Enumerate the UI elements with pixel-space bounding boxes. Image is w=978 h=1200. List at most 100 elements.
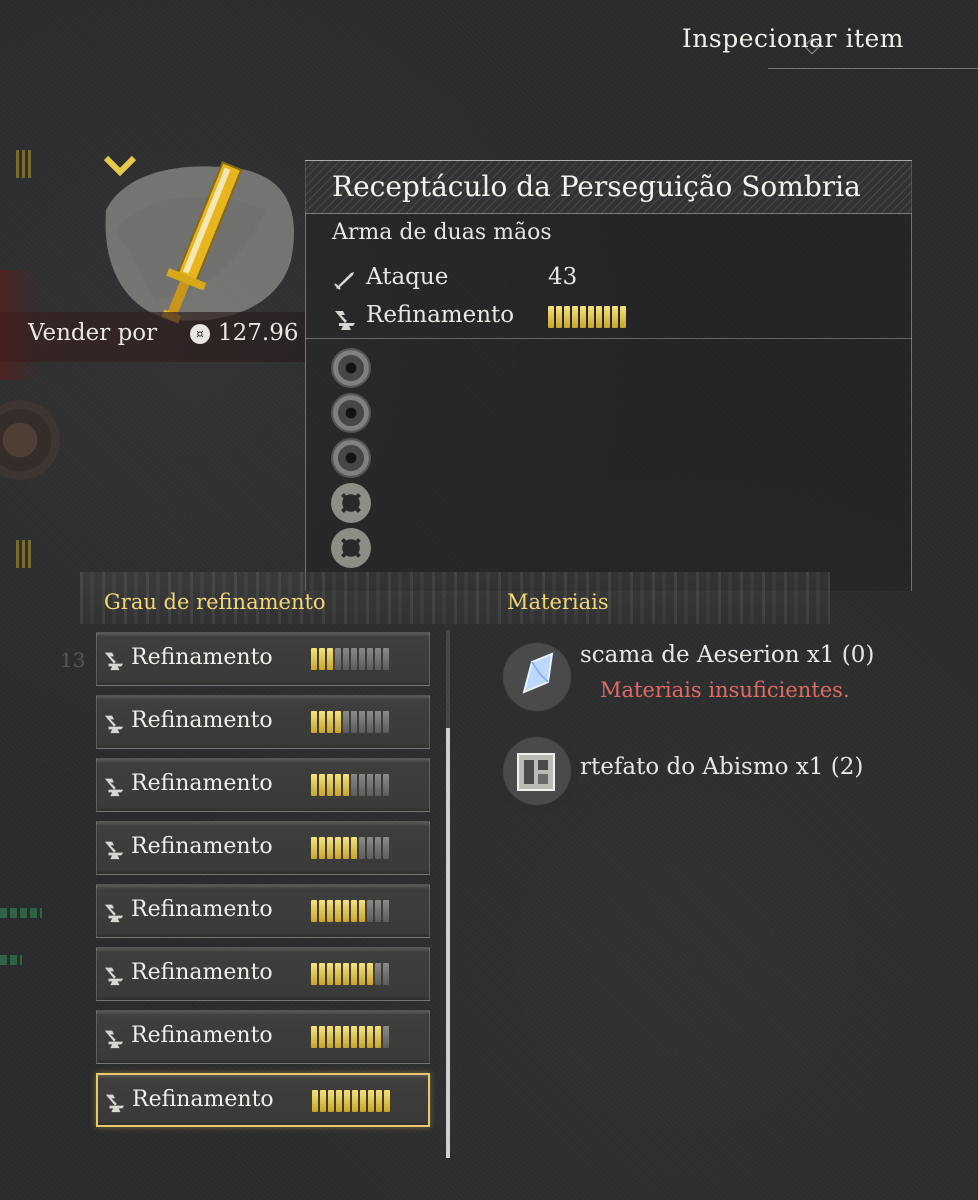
bar-segment-empty xyxy=(383,837,389,859)
refinement-row-label: Refinamento xyxy=(131,1023,273,1048)
bar-segment-empty xyxy=(383,648,389,670)
bar-segment-filled xyxy=(596,306,602,328)
bar-segment-empty xyxy=(367,648,373,670)
anvil-hammer-icon xyxy=(104,1091,126,1113)
bar-segment-empty xyxy=(343,711,349,733)
bar-segment-filled xyxy=(320,1090,326,1112)
chevron-down-icon xyxy=(103,155,137,177)
bar-segment-filled xyxy=(360,1090,366,1112)
bar-segment-empty xyxy=(359,711,365,733)
refinement-grade-row[interactable]: Refinamento xyxy=(96,821,430,875)
bar-segment-filled xyxy=(335,900,341,922)
bar-segment-filled xyxy=(327,774,333,796)
bar-segment-filled xyxy=(327,1026,333,1048)
bar-segment-empty xyxy=(359,774,365,796)
bar-segment-filled xyxy=(327,837,333,859)
bar-segment-filled xyxy=(367,963,373,985)
anvil-hammer-icon xyxy=(335,311,355,330)
bar-segment-filled xyxy=(556,306,562,328)
bar-segment-empty xyxy=(383,1026,389,1048)
hud-indicator-icon xyxy=(0,955,22,965)
sword-icon xyxy=(334,272,354,290)
bar-segment-empty xyxy=(359,648,365,670)
refinement-grade-row[interactable]: Refinamento xyxy=(96,695,430,749)
bar-segment-filled xyxy=(343,774,349,796)
empty-slot-icon[interactable] xyxy=(331,393,371,433)
bar-segment-empty xyxy=(351,711,357,733)
refinement-grade-row[interactable]: Refinamento xyxy=(96,884,430,938)
bar-segment-filled xyxy=(311,774,317,796)
hud-bars-icon xyxy=(16,540,34,568)
bar-segment-filled xyxy=(351,837,357,859)
bar-segment-filled xyxy=(343,837,349,859)
refinement-level-bars xyxy=(548,306,626,328)
refinement-grade-row[interactable]: Refinamento xyxy=(96,758,430,812)
hud-bars-icon xyxy=(16,150,34,178)
bar-segment-filled xyxy=(375,1026,381,1048)
bar-segment-filled xyxy=(343,1026,349,1048)
bar-segment-filled xyxy=(319,774,325,796)
refinement-row-label: Refinamento xyxy=(131,834,273,859)
refinement-grade-row[interactable]: Refinamento xyxy=(96,1010,430,1064)
bar-segment-empty xyxy=(375,648,381,670)
bar-segment-empty xyxy=(375,774,381,796)
material-slot-1[interactable] xyxy=(494,634,580,720)
bar-segment-empty xyxy=(375,963,381,985)
bar-segment-filled xyxy=(612,306,618,328)
cross-slot-icon[interactable] xyxy=(331,528,371,568)
bar-segment-filled xyxy=(344,1090,350,1112)
bar-segment-filled xyxy=(352,1090,358,1112)
bar-segment-filled xyxy=(312,1090,318,1112)
bar-segment-filled xyxy=(311,963,317,985)
bar-segment-filled xyxy=(327,648,333,670)
anvil-hammer-icon xyxy=(103,649,125,671)
bar-segment-filled xyxy=(620,306,626,328)
refinement-grade-row[interactable]: Refinamento xyxy=(96,632,430,686)
bar-segment-empty xyxy=(335,648,341,670)
bar-segment-filled xyxy=(351,963,357,985)
anvil-hammer-icon xyxy=(103,775,125,797)
hud-indicator-icon xyxy=(0,908,42,918)
attack-label: Ataque xyxy=(366,264,449,290)
refinement-row-label: Refinamento xyxy=(131,708,273,733)
bar-segment-filled xyxy=(368,1090,374,1112)
refinement-grade-row[interactable]: Refinamento xyxy=(96,947,430,1001)
bar-segment-filled xyxy=(327,711,333,733)
list-scrollbar-thumb[interactable] xyxy=(446,728,450,1158)
bar-segment-filled xyxy=(564,306,570,328)
refinement-row-label: Refinamento xyxy=(131,645,273,670)
bar-segment-filled xyxy=(604,306,610,328)
refinement-grade-row[interactable]: Refinamento xyxy=(96,1073,430,1127)
bar-segment-filled xyxy=(335,837,341,859)
materials-header: Materiais xyxy=(507,590,609,614)
insufficient-materials-warning: Materiais insuficientes. xyxy=(600,678,850,702)
refinement-row-label: Refinamento xyxy=(132,1087,274,1112)
hud-medallion-icon xyxy=(0,400,60,480)
bar-segment-filled xyxy=(359,963,365,985)
bar-segment-empty xyxy=(375,837,381,859)
bar-segment-empty xyxy=(383,900,389,922)
header-divider xyxy=(768,68,978,69)
bar-segment-filled xyxy=(351,900,357,922)
bar-segment-empty xyxy=(343,648,349,670)
bar-segment-filled xyxy=(319,900,325,922)
bar-segment-empty xyxy=(375,711,381,733)
empty-slot-icon[interactable] xyxy=(331,348,371,388)
bar-segment-filled xyxy=(384,1090,390,1112)
item-type: Arma de duas mãos xyxy=(332,220,552,245)
bar-segment-empty xyxy=(383,711,389,733)
refinement-row-bars xyxy=(311,774,389,796)
bar-segment-filled xyxy=(311,1026,317,1048)
sell-price-value: 127.96 xyxy=(218,320,299,346)
bar-segment-filled xyxy=(376,1090,382,1112)
cross-slot-icon[interactable] xyxy=(331,483,371,523)
bar-segment-filled xyxy=(319,963,325,985)
refinement-row-bars xyxy=(311,837,389,859)
material-slot-2[interactable] xyxy=(494,728,580,814)
refinement-row-label: Refinamento xyxy=(131,771,273,796)
bar-segment-empty xyxy=(383,963,389,985)
empty-slot-icon[interactable] xyxy=(331,438,371,478)
bar-segment-filled xyxy=(367,1026,373,1048)
bar-segment-empty xyxy=(367,774,373,796)
bar-segment-filled xyxy=(328,1090,334,1112)
